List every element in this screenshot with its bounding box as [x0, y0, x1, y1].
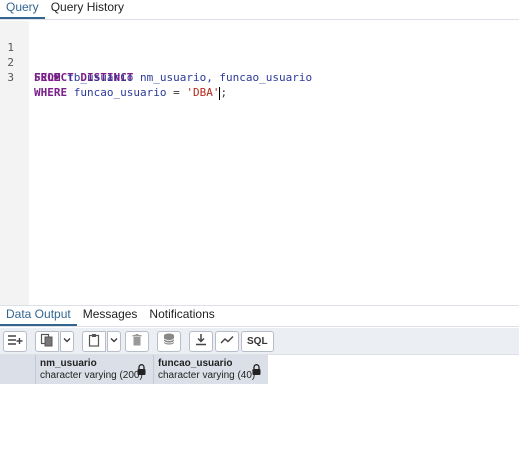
- column-name: funcao_usuario: [158, 358, 233, 369]
- sql-keyword: WHERE: [34, 86, 68, 99]
- sql-keyword: FROM: [34, 71, 61, 84]
- sql-operator: =: [166, 86, 187, 99]
- code-line-2: 2 FROM tb_usuario: [0, 40, 519, 84]
- tab-query-history[interactable]: Query History: [45, 0, 130, 19]
- chevron-down-icon: [63, 335, 71, 347]
- lock-icon: [252, 364, 262, 375]
- graph-icon: [220, 335, 234, 348]
- code-line-3: 3 WHERE funcao_usuario = 'DBA';: [0, 55, 519, 100]
- graph-visualiser-button[interactable]: [215, 330, 239, 352]
- paste-button[interactable]: [82, 330, 106, 352]
- sql-string: 'DBA': [186, 86, 220, 99]
- save-data-button[interactable]: [157, 330, 181, 352]
- sql-identifier: funcao_usuario: [67, 86, 167, 99]
- data-toolbar: SQL: [0, 328, 519, 355]
- column-type: character varying (200): [40, 370, 143, 381]
- download-button[interactable]: [189, 330, 213, 352]
- add-row-button[interactable]: [3, 330, 27, 352]
- copy-icon: [40, 333, 54, 350]
- sql-button[interactable]: SQL: [241, 330, 274, 352]
- add-row-icon: [7, 334, 23, 349]
- delete-icon: [132, 333, 142, 349]
- sql-identifiers: nm_usuario, funcao_usuario: [133, 71, 313, 84]
- output-tab-bar: Data Output Messages Notifications: [0, 305, 519, 327]
- sql-identifiers: tb_usuario: [60, 71, 134, 84]
- delete-button[interactable]: [125, 330, 149, 352]
- result-grid-header: nm_usuario character varying (200) funca…: [0, 355, 268, 384]
- tab-query[interactable]: Query: [0, 0, 45, 19]
- tab-notifications[interactable]: Notifications: [143, 305, 220, 326]
- lock-icon: [137, 364, 147, 375]
- tab-messages[interactable]: Messages: [77, 305, 144, 326]
- copy-button[interactable]: [35, 330, 59, 352]
- query-tab-bar: Query Query History: [0, 0, 519, 20]
- download-icon: [195, 333, 207, 349]
- grid-select-all-corner[interactable]: [0, 355, 35, 384]
- paste-icon: [88, 333, 100, 350]
- copy-options-dropdown[interactable]: [60, 330, 74, 352]
- sql-editor[interactable]: 1 SELECT DISTINCT nm_usuario, funcao_usu…: [0, 21, 519, 305]
- column-name: nm_usuario: [40, 358, 97, 369]
- code-line-1: 1 SELECT DISTINCT nm_usuario, funcao_usu…: [0, 25, 519, 84]
- sql-terminator: ;: [220, 86, 228, 99]
- tab-data-output[interactable]: Data Output: [0, 305, 77, 326]
- save-data-icon: [163, 333, 176, 349]
- column-header-nm-usuario[interactable]: nm_usuario character varying (200): [35, 355, 153, 384]
- paste-options-dropdown[interactable]: [107, 330, 121, 352]
- chevron-down-icon: [110, 335, 118, 347]
- column-type: character varying (40): [158, 370, 256, 381]
- column-header-funcao-usuario[interactable]: funcao_usuario character varying (40): [153, 355, 268, 384]
- line-number: 3: [7, 71, 14, 84]
